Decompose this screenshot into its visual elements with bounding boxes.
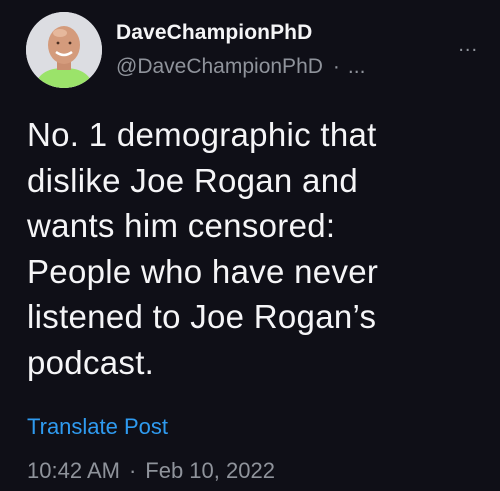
avatar-image <box>26 12 102 88</box>
handle-separator: · <box>332 55 340 78</box>
handle-truncation: ... <box>347 55 366 78</box>
author-handle-row: @DaveChampionPhD ·... <box>116 55 365 79</box>
profile-photo-icon[interactable] <box>26 12 102 88</box>
post-time[interactable]: 10:42 AM <box>27 458 120 483</box>
post-date[interactable]: Feb 10, 2022 <box>145 458 275 483</box>
author-display-name[interactable]: DaveChampionPhD <box>116 21 312 45</box>
post-text: No. 1 demographic that dislike Joe Rogan… <box>27 116 379 381</box>
more-options-icon[interactable]: ... <box>458 34 478 57</box>
meta-separator: · <box>128 458 137 483</box>
author-handle[interactable]: @DaveChampionPhD <box>116 55 323 78</box>
post-timestamp-row: 10:42 AM · Feb 10, 2022 <box>27 458 275 484</box>
post-card: DaveChampionPhD @DaveChampionPhD ·... ...… <box>0 0 500 491</box>
translate-post-link[interactable]: Translate Post <box>27 414 168 440</box>
